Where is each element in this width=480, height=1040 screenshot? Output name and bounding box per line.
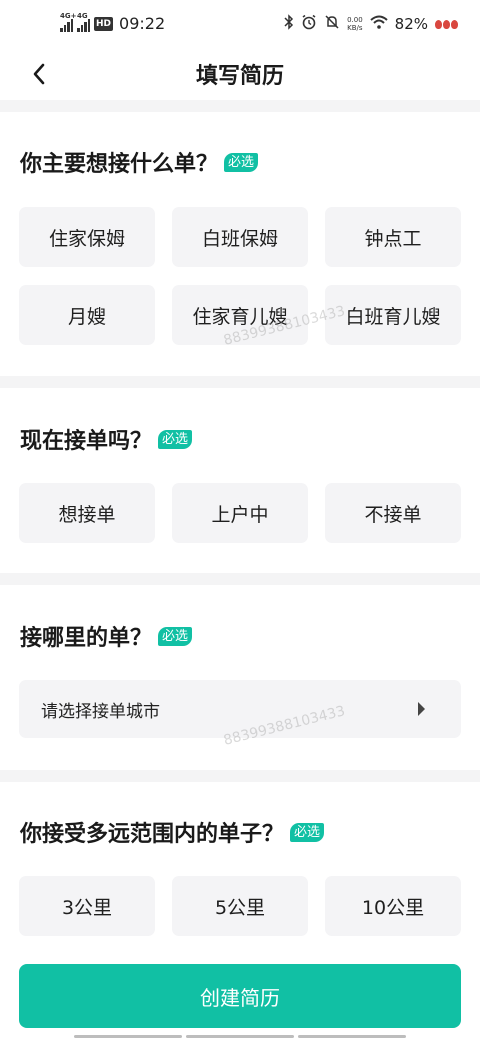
clock: 09:22 xyxy=(119,14,166,33)
section-title-accepting: 现在接单吗？ 必选 xyxy=(20,423,193,455)
option-3km[interactable]: 3公里 xyxy=(19,876,155,936)
section-divider xyxy=(0,376,480,388)
option-day-nanny[interactable]: 白班保姆 xyxy=(172,207,308,267)
strawberry-icon xyxy=(435,19,458,29)
option-on-job[interactable]: 上户中 xyxy=(172,483,308,543)
alarm-icon xyxy=(301,14,317,34)
option-hourly-worker[interactable]: 钟点工 xyxy=(325,207,461,267)
section-title-location: 接哪里的单？ 必选 xyxy=(20,620,193,652)
signal-icon-1: 4G+ xyxy=(60,12,76,32)
section-divider xyxy=(0,770,480,782)
option-live-in-childcare[interactable]: 住家育儿嫂 xyxy=(172,285,308,345)
battery-level: 82% xyxy=(394,15,428,33)
city-select[interactable]: 请选择接单城市 xyxy=(19,680,461,738)
bluetooth-icon xyxy=(284,14,294,34)
create-resume-button[interactable]: 创建简历 xyxy=(19,964,461,1028)
signal-icon-2: 4G xyxy=(77,12,90,32)
page-title: 填写简历 xyxy=(195,64,284,89)
option-day-childcare[interactable]: 白班育儿嫂 xyxy=(325,285,461,345)
option-not-accepting[interactable]: 不接单 xyxy=(325,483,461,543)
option-want-orders[interactable]: 想接单 xyxy=(19,483,155,543)
option-5km[interactable]: 5公里 xyxy=(172,876,308,936)
hd-voice-icon: HD xyxy=(94,16,114,31)
option-live-in-nanny[interactable]: 住家保姆 xyxy=(19,207,155,267)
city-select-placeholder: 请选择接单城市 xyxy=(41,702,160,722)
status-bar: 4G+ 4G HD 09:22 0.00 KB/s 82% xyxy=(0,0,480,52)
required-badge: 必选 xyxy=(224,152,259,172)
mute-bell-icon xyxy=(324,14,340,34)
network-speed: 0.00 KB/s xyxy=(347,16,363,32)
caret-right-icon xyxy=(418,702,425,716)
section-title-order-type: 你主要想接什么单？ 必选 xyxy=(20,146,259,178)
required-badge: 必选 xyxy=(158,626,193,646)
section-divider xyxy=(0,573,480,585)
required-badge: 必选 xyxy=(290,822,325,842)
required-badge: 必选 xyxy=(158,429,193,449)
wifi-icon xyxy=(369,15,388,33)
nav-bar: 填写简历 xyxy=(0,52,480,96)
section-title-range: 你接受多远范围内的单子？ 必选 xyxy=(20,816,325,848)
option-10km[interactable]: 10公里 xyxy=(325,876,461,936)
section-divider xyxy=(0,100,480,112)
gesture-bar xyxy=(0,1035,480,1040)
option-maternity-nurse[interactable]: 月嫂 xyxy=(19,285,155,345)
